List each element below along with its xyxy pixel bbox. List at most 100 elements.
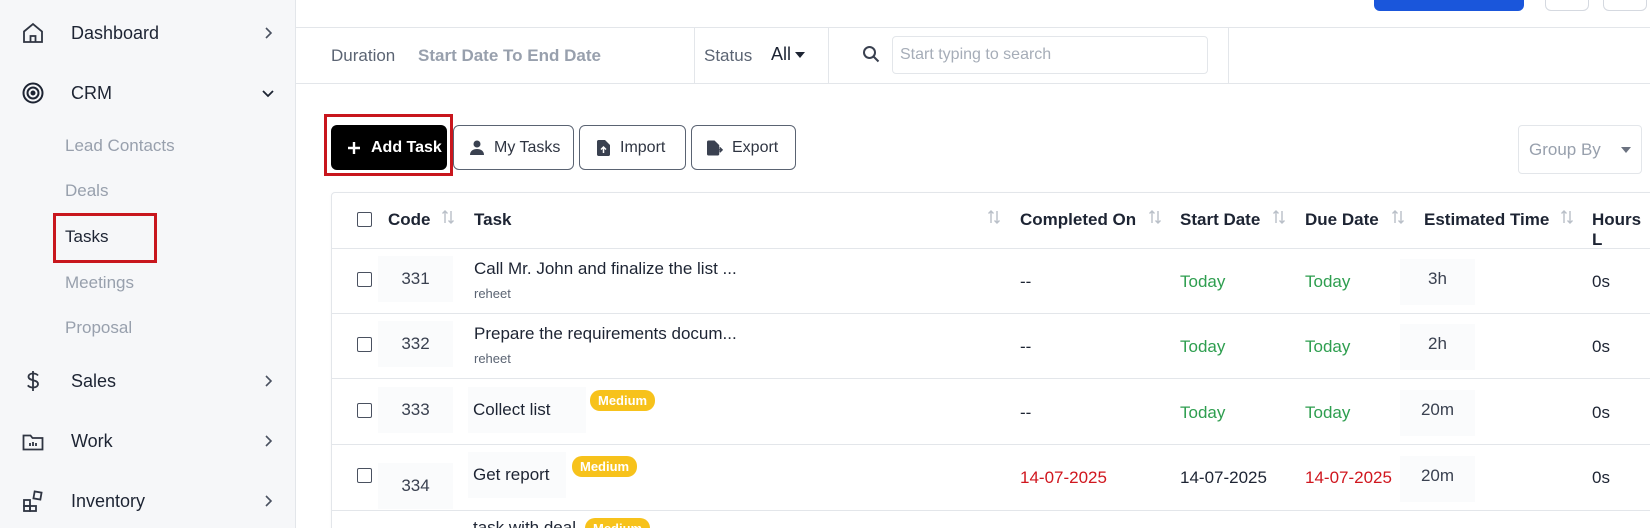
filter-divider bbox=[1228, 28, 1229, 84]
chevron-right-icon bbox=[260, 433, 276, 449]
task-title-link[interactable]: Call Mr. John and finalize the list ... bbox=[474, 259, 737, 279]
chevron-right-icon bbox=[260, 25, 276, 41]
column-header-due-date[interactable]: Due Date bbox=[1305, 210, 1379, 230]
hours-logged-value: 0s bbox=[1592, 403, 1610, 422]
task-code: 331 bbox=[378, 256, 453, 302]
primary-header-button[interactable] bbox=[1374, 0, 1524, 11]
row-checkbox[interactable] bbox=[357, 337, 372, 352]
sort-icon[interactable] bbox=[1391, 209, 1405, 225]
task-assignee: reheet bbox=[474, 351, 511, 366]
my-tasks-button[interactable]: My Tasks bbox=[453, 125, 574, 170]
user-icon bbox=[469, 140, 485, 156]
duration-label: Duration bbox=[331, 46, 396, 65]
hours-logged-value: 0s bbox=[1592, 468, 1610, 487]
sidebar-item-label: Work bbox=[71, 430, 113, 451]
sidebar-item-label: Inventory bbox=[71, 490, 146, 511]
column-header-task[interactable]: Task bbox=[474, 210, 512, 230]
status-value: All bbox=[771, 44, 792, 64]
sidebar-subitem-deals[interactable]: Deals bbox=[65, 181, 108, 201]
plus-icon bbox=[346, 140, 362, 156]
row-divider bbox=[332, 444, 1650, 445]
chevron-down-icon bbox=[260, 85, 276, 101]
completed-on-value: 14-07-2025 bbox=[1020, 468, 1107, 487]
column-header-code[interactable]: Code bbox=[388, 210, 431, 230]
estimated-time-value: 20m bbox=[1400, 390, 1475, 436]
briefcase-icon bbox=[21, 429, 45, 453]
sidebar-subitem-meetings[interactable]: Meetings bbox=[65, 273, 134, 293]
column-header-hours-logged[interactable]: Hours L bbox=[1592, 210, 1650, 250]
sidebar-item-inventory[interactable]: Inventory bbox=[0, 479, 296, 523]
row-checkbox[interactable] bbox=[357, 272, 372, 287]
column-header-estimated-time[interactable]: Estimated Time bbox=[1424, 210, 1549, 230]
search-input[interactable] bbox=[892, 36, 1208, 74]
sort-icon[interactable] bbox=[987, 209, 1001, 225]
status-select[interactable]: All bbox=[771, 44, 806, 65]
column-header-completed-on[interactable]: Completed On bbox=[1020, 210, 1136, 230]
completed-on-value: -- bbox=[1020, 337, 1032, 356]
group-by-select[interactable]: Group By bbox=[1518, 125, 1642, 174]
sidebar: Dashboard CRM Lead Contacts Deals Tasks … bbox=[0, 0, 296, 528]
row-divider bbox=[332, 248, 1650, 249]
duration-date-range[interactable]: Start Date To End Date bbox=[418, 46, 601, 66]
import-label: Import bbox=[620, 138, 666, 156]
start-date-value: Today bbox=[1180, 337, 1226, 356]
export-button[interactable]: Export bbox=[691, 125, 796, 170]
caret-down-icon bbox=[795, 51, 806, 58]
due-date-value: 14-07-2025 bbox=[1305, 468, 1392, 487]
sidebar-item-crm[interactable]: CRM bbox=[0, 71, 296, 115]
task-code: 332 bbox=[378, 321, 453, 367]
due-date-value: Today bbox=[1305, 272, 1351, 291]
completed-on-value: -- bbox=[1020, 403, 1032, 422]
task-title-link[interactable]: task with deal bbox=[473, 518, 576, 528]
chevron-right-icon bbox=[260, 373, 276, 389]
sidebar-item-work[interactable]: Work bbox=[0, 419, 296, 463]
completed-on-value: -- bbox=[1020, 272, 1032, 291]
file-export-icon bbox=[707, 139, 723, 156]
status-label: Status bbox=[704, 46, 753, 65]
select-all-checkbox[interactable] bbox=[357, 212, 372, 227]
header-icon-button[interactable] bbox=[1603, 0, 1647, 11]
header-divider bbox=[296, 27, 1650, 28]
sidebar-subitem-lead-contacts[interactable]: Lead Contacts bbox=[65, 136, 175, 156]
sort-icon[interactable] bbox=[1148, 209, 1162, 225]
import-button[interactable]: Import bbox=[579, 125, 686, 170]
due-date-value: Today bbox=[1305, 337, 1351, 356]
sidebar-item-label: Dashboard bbox=[71, 22, 160, 43]
export-label: Export bbox=[732, 138, 779, 156]
sort-icon[interactable] bbox=[1560, 209, 1574, 225]
task-title-link[interactable]: Collect list bbox=[473, 400, 550, 420]
due-date-value: Today bbox=[1305, 403, 1351, 422]
my-tasks-label: My Tasks bbox=[494, 138, 561, 156]
sidebar-item-sales[interactable]: Sales bbox=[0, 359, 296, 403]
target-icon bbox=[21, 81, 45, 105]
sidebar-subitem-tasks[interactable]: Tasks bbox=[65, 227, 108, 247]
sidebar-item-label: Sales bbox=[71, 370, 117, 391]
sidebar-subitem-proposal[interactable]: Proposal bbox=[65, 318, 132, 338]
task-title-link[interactable]: Get report bbox=[473, 465, 550, 485]
start-date-value: Today bbox=[1180, 272, 1226, 291]
hours-logged-value: 0s bbox=[1592, 272, 1610, 291]
sort-icon[interactable] bbox=[441, 209, 455, 225]
row-divider bbox=[332, 313, 1650, 314]
priority-badge: Medium bbox=[590, 390, 656, 411]
start-date-value: 14-07-2025 bbox=[1180, 468, 1267, 487]
row-divider bbox=[332, 378, 1650, 379]
filter-divider bbox=[694, 28, 695, 84]
sidebar-item-dashboard[interactable]: Dashboard bbox=[0, 11, 296, 55]
add-task-button[interactable]: Add Task bbox=[331, 125, 447, 170]
estimated-time-value: 20m bbox=[1400, 456, 1475, 502]
sort-icon[interactable] bbox=[1272, 209, 1286, 225]
row-checkbox[interactable] bbox=[357, 468, 372, 483]
column-header-start-date[interactable]: Start Date bbox=[1180, 210, 1260, 230]
search-icon bbox=[862, 45, 880, 63]
app-root: Dashboard CRM Lead Contacts Deals Tasks … bbox=[0, 0, 1650, 528]
priority-badge: Medium bbox=[572, 456, 638, 477]
filter-divider bbox=[828, 28, 829, 84]
home-icon bbox=[21, 21, 45, 45]
task-title-link[interactable]: Prepare the requirements docum... bbox=[474, 324, 737, 344]
start-date-value: Today bbox=[1180, 403, 1226, 422]
header-icon-button[interactable] bbox=[1545, 0, 1589, 11]
caret-down-icon bbox=[1621, 147, 1631, 153]
add-task-label: Add Task bbox=[371, 138, 442, 156]
row-checkbox[interactable] bbox=[357, 403, 372, 418]
